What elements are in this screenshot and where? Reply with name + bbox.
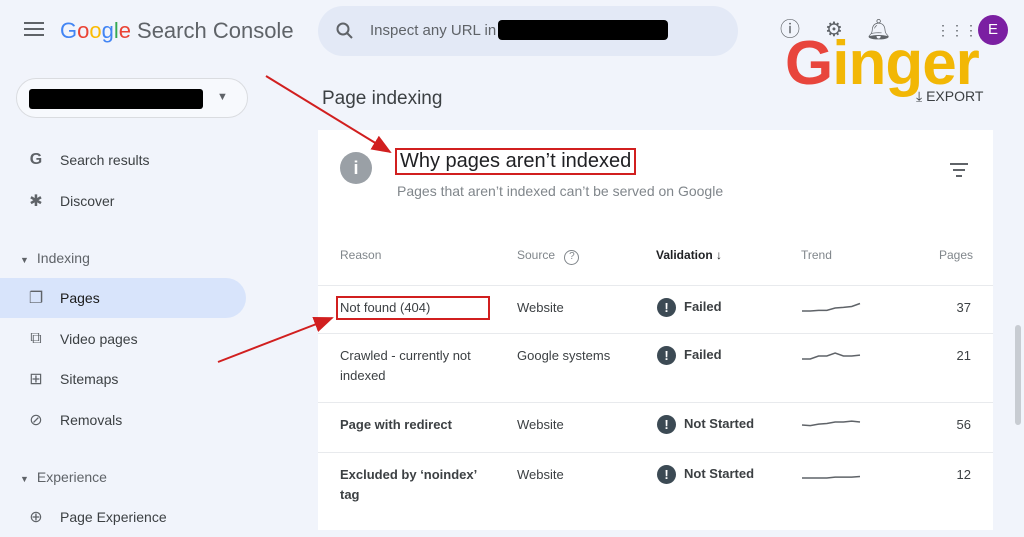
filter-icon[interactable]: [950, 163, 968, 181]
pages-cell: 37: [956, 300, 971, 315]
alert-icon: !: [657, 415, 676, 435]
sidebar-item-removals[interactable]: ⊘ Removals: [0, 400, 246, 440]
column-pages[interactable]: Pages: [939, 248, 973, 262]
search-placeholder: Inspect any URL in: [370, 22, 497, 39]
sidebar-item-pages[interactable]: ❐ Pages: [0, 278, 246, 318]
redacted-property-name: [29, 89, 203, 109]
reason-cell: Page with redirect: [340, 417, 452, 432]
chevron-down-icon: ▼: [217, 91, 228, 103]
pages-cell: 12: [956, 467, 971, 482]
reason-cell: Not found (404): [336, 296, 490, 320]
trend-line: [802, 352, 861, 360]
trend-line: [802, 475, 861, 479]
collapse-icon: ▼: [20, 255, 29, 265]
pages-cell: 21: [956, 348, 971, 363]
column-validation[interactable]: Validation ↓: [656, 248, 722, 262]
sidebar-item-discover[interactable]: ✱ Discover: [0, 181, 246, 221]
product-name: Search Console: [137, 18, 294, 43]
trend-sparkline: [801, 420, 861, 427]
trend-sparkline: [802, 475, 861, 479]
validation-cell: ! Not Started: [657, 464, 754, 485]
help-icon[interactable]: ?: [564, 250, 580, 265]
search-console-logo[interactable]: Google Search Console: [60, 18, 294, 44]
removals-icon: ⊘: [29, 412, 43, 429]
section-experience[interactable]: ▼ Experience: [20, 469, 107, 485]
column-source[interactable]: Source ?: [517, 248, 580, 265]
sidebar-item-sitemaps[interactable]: ⊞ Sitemaps: [0, 359, 246, 399]
sort-down-icon: ↓: [716, 248, 723, 262]
download-icon: ⤓: [916, 88, 927, 104]
source-cell: Google systems: [517, 348, 611, 363]
card-title: Why pages aren’t indexed: [394, 148, 637, 175]
reason-cell: Excluded by ‘noindex’ tag: [340, 467, 477, 502]
avatar[interactable]: E: [978, 15, 1008, 45]
card-subtitle: Pages that aren’t indexed can’t be serve…: [397, 183, 724, 199]
sidebar-item-video-pages[interactable]: ⧉ Video pages: [0, 319, 246, 359]
validation-cell: ! Failed: [657, 345, 722, 366]
search-icon: [336, 22, 353, 39]
alert-icon: !: [657, 298, 676, 318]
table-row[interactable]: Crawled - currently not indexed Google s…: [318, 333, 993, 402]
alert-icon: !: [657, 465, 676, 485]
table-row[interactable]: Page with redirect Website ! Not Started …: [318, 402, 993, 452]
info-icon: i: [340, 152, 372, 184]
validation-cell: ! Failed: [657, 297, 722, 318]
section-indexing[interactable]: ▼ Indexing: [20, 250, 90, 266]
redacted-property: [498, 20, 668, 40]
column-reason[interactable]: Reason: [340, 248, 381, 262]
main-menu-icon[interactable]: [24, 22, 44, 38]
export-button[interactable]: ⤓ EXPORT: [916, 88, 983, 105]
column-trend: Trend: [801, 248, 832, 262]
trend-sparkline: [802, 302, 861, 312]
trend-sparkline: [802, 352, 861, 360]
url-inspection-search[interactable]: Inspect any URL in: [318, 6, 738, 56]
google-g-icon: G: [29, 151, 43, 168]
property-selector[interactable]: ▼: [16, 78, 248, 118]
page-title: Page indexing: [322, 88, 443, 109]
asterisk-icon: ✱: [29, 193, 43, 210]
sitemap-icon: ⊞: [29, 371, 43, 388]
video-pages-icon: ⧉: [30, 330, 42, 347]
table-row[interactable]: Not found (404) Website ! Failed 37: [318, 285, 993, 333]
collapse-icon: ▼: [20, 474, 29, 484]
source-cell: Website: [517, 467, 564, 482]
page-experience-icon: ⊕: [29, 509, 43, 526]
trend-line: [801, 420, 861, 427]
table-row[interactable]: Excluded by ‘noindex’ tag Website ! Not S…: [318, 452, 993, 522]
pages-cell: 56: [956, 417, 971, 432]
validation-cell: ! Not Started: [657, 414, 754, 435]
sidebar-item-search-results[interactable]: G Search results: [0, 140, 246, 180]
sidebar-item-page-experience[interactable]: ⊕ Page Experience: [0, 497, 246, 537]
source-cell: Website: [517, 300, 564, 315]
trend-line: [802, 302, 861, 312]
source-cell: Website: [517, 417, 564, 432]
pages-icon: ❐: [28, 290, 44, 307]
reason-cell: Crawled - currently not indexed: [340, 348, 471, 383]
scrollbar[interactable]: [1015, 325, 1021, 425]
alert-icon: !: [657, 346, 676, 366]
